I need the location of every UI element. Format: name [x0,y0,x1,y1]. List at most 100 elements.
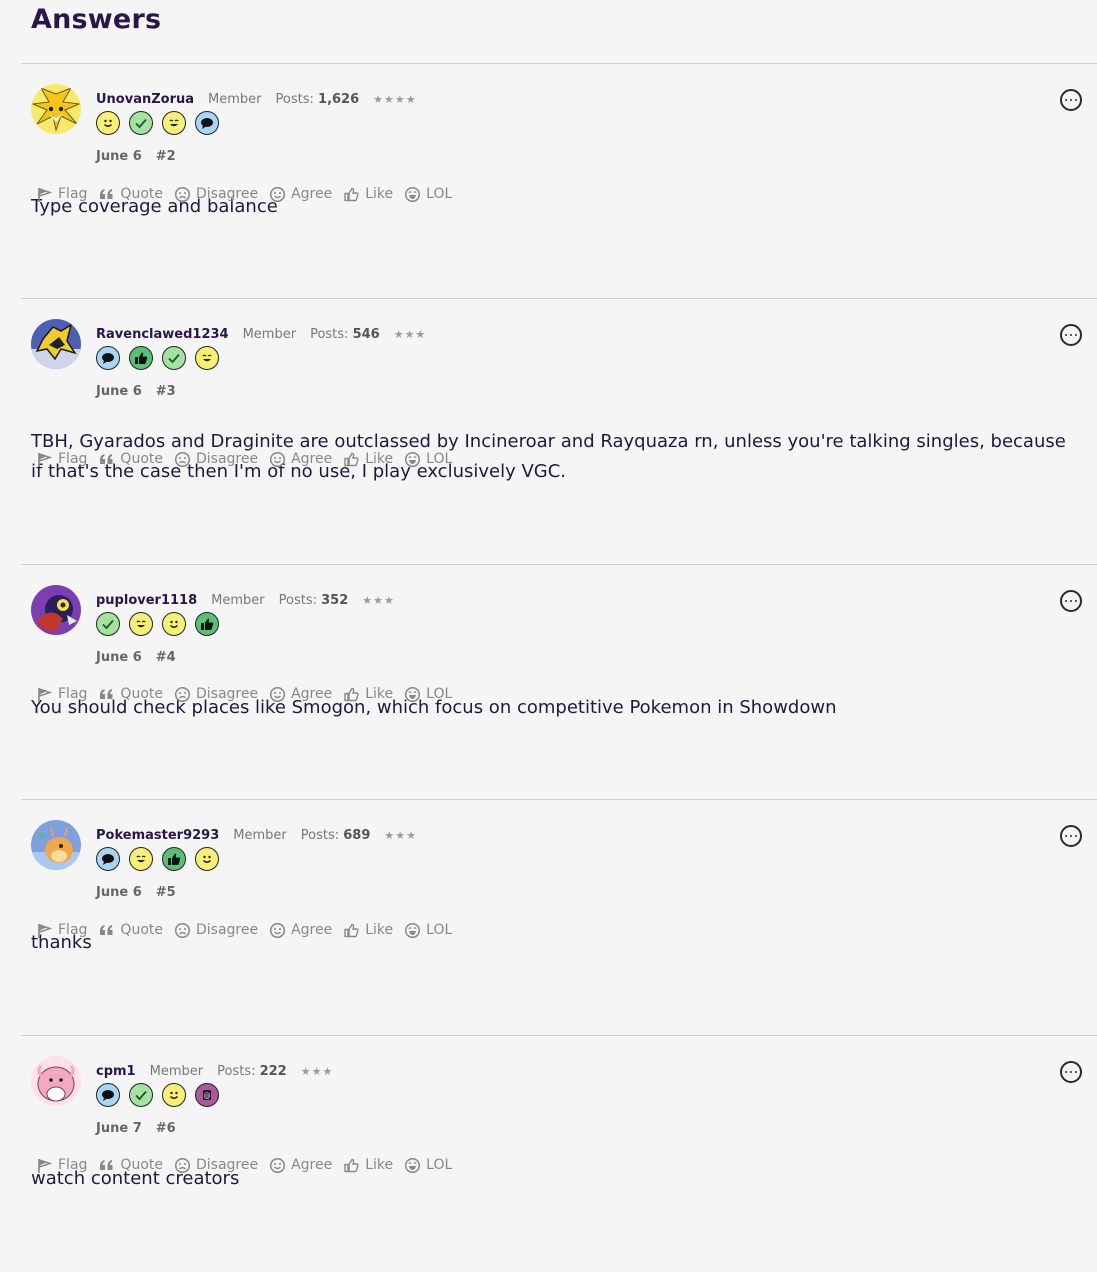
post-number[interactable]: #5 [156,885,176,900]
smile-badge-icon[interactable] [195,847,219,871]
like-button[interactable]: Like [343,186,393,203]
user-role: Member [208,91,262,107]
agree-badge-icon[interactable] [129,1083,153,1107]
username-link[interactable]: UnovanZorua [96,92,194,107]
lol-button[interactable]: LOL [404,451,452,468]
like-button[interactable]: Like [343,1157,393,1174]
agree-badge-icon[interactable] [96,612,120,636]
more-options-button[interactable] [1060,1061,1082,1083]
username-link[interactable]: cpm1 [96,1064,136,1079]
wink-badge-icon[interactable] [162,111,186,135]
wink-badge-icon[interactable] [129,612,153,636]
avatar[interactable] [31,820,81,870]
avatar[interactable] [31,585,81,635]
lol-button[interactable]: LOL [404,186,452,203]
like-button[interactable]: Like [343,686,393,703]
agree-button[interactable]: Agree [269,1157,332,1174]
username-link[interactable]: Pokemaster9293 [96,828,219,843]
disagree-label: Disagree [195,186,259,202]
quote-icon [98,186,120,203]
post-count: Posts: 546 [310,327,380,342]
agree-badge-icon[interactable] [162,346,186,370]
smile-badge-icon[interactable] [162,1083,186,1107]
wink-badge-icon[interactable] [195,346,219,370]
agree-button[interactable]: Agree [269,186,332,203]
like-badge-icon[interactable] [162,847,186,871]
like-label: Like [365,922,394,938]
agree-icon [269,451,291,468]
post-number[interactable]: #2 [156,149,176,164]
disagree-button[interactable]: Disagree [174,686,258,703]
smile-badge-icon[interactable] [162,612,186,636]
svg-text:@: @ [204,1092,211,1100]
rank-stars: ★★★ [300,1064,334,1078]
post-date[interactable]: June 6 [96,885,142,900]
like-badge-icon[interactable] [129,346,153,370]
post-actions: Flag Quote Disagree Agree Like LOL [36,684,463,704]
smile-badge-icon[interactable] [96,111,120,135]
disagree-button[interactable]: Disagree [174,922,258,939]
quote-button[interactable]: Quote [98,686,163,703]
post-number[interactable]: #3 [156,384,176,399]
flag-button[interactable]: Flag [36,686,87,703]
lol-button[interactable]: LOL [404,1157,452,1174]
quote-button[interactable]: Quote [98,922,163,939]
agree-badge-icon[interactable] [129,111,153,135]
post-date[interactable]: June 6 [96,384,142,399]
special-badge-icon[interactable]: @ [195,1083,219,1107]
post-number[interactable]: #6 [156,1121,176,1136]
agree-button[interactable]: Agree [269,451,332,468]
flag-label: Flag [58,451,88,467]
lol-label: LOL [426,922,453,938]
flag-button[interactable]: Flag [36,1157,87,1174]
more-options-button[interactable] [1060,825,1082,847]
username-link[interactable]: puplover1118 [96,593,197,608]
disagree-button[interactable]: Disagree [174,186,258,203]
post-date[interactable]: June 6 [96,149,142,164]
lol-icon [404,451,426,468]
chat-badge-icon[interactable] [195,111,219,135]
more-options-button[interactable] [1060,324,1082,346]
flag-button[interactable]: Flag [36,451,87,468]
disagree-button[interactable]: Disagree [174,451,258,468]
like-button[interactable]: Like [343,451,393,468]
agree-button[interactable]: Agree [269,922,332,939]
quote-label: Quote [120,1157,163,1173]
agree-button[interactable]: Agree [269,686,332,703]
post-actions: Flag Quote Disagree Agree Like LOL [36,1155,463,1175]
more-options-button[interactable] [1060,89,1082,111]
like-button[interactable]: Like [343,922,393,939]
lol-icon [404,686,426,703]
flag-icon [36,186,58,203]
lol-button[interactable]: LOL [404,922,452,939]
disagree-button[interactable]: Disagree [174,1157,258,1174]
chat-badge-icon[interactable] [96,1083,120,1107]
post-number[interactable]: #4 [156,650,176,665]
quote-button[interactable]: Quote [98,451,163,468]
disagree-icon [174,451,196,468]
post-date-line: June 6 #4 [96,650,176,665]
username-link[interactable]: Ravenclawed1234 [96,327,229,342]
avatar[interactable] [31,84,81,134]
disagree-label: Disagree [195,451,259,467]
agree-icon [269,686,291,703]
quote-button[interactable]: Quote [98,1157,163,1174]
post-date[interactable]: June 6 [96,650,142,665]
rank-stars: ★★★ [384,828,417,842]
post-count-value: 689 [343,827,371,843]
post-count: Posts: 222 [217,1064,287,1079]
avatar[interactable] [31,319,81,369]
flag-button[interactable]: Flag [36,922,87,939]
chat-badge-icon[interactable] [96,346,120,370]
avatar[interactable] [31,1056,81,1106]
flag-button[interactable]: Flag [36,186,87,203]
like-icon [343,451,365,468]
like-badge-icon[interactable] [195,612,219,636]
lol-button[interactable]: LOL [404,686,452,703]
more-options-button[interactable] [1060,590,1082,612]
chat-badge-icon[interactable] [96,847,120,871]
post-date[interactable]: June 7 [96,1121,142,1136]
flag-label: Flag [58,686,88,702]
quote-button[interactable]: Quote [98,186,163,203]
wink-badge-icon[interactable] [129,847,153,871]
